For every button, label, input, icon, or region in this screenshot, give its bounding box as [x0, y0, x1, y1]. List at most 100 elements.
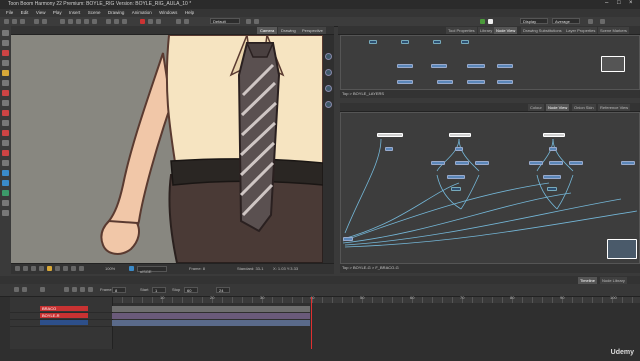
- node-view-top[interactable]: [340, 35, 640, 90]
- node[interactable]: [455, 147, 463, 151]
- node[interactable]: [461, 40, 469, 44]
- colour-icon[interactable]: [31, 266, 36, 271]
- navigator-thumb[interactable]: [601, 56, 625, 72]
- menu-animation[interactable]: Animation: [132, 9, 152, 17]
- drawing-mode-icon[interactable]: [129, 266, 134, 271]
- spline-tool-icon[interactable]: [2, 210, 9, 216]
- reset-zoom-icon[interactable]: [325, 85, 332, 92]
- rotate-icon[interactable]: [184, 19, 189, 24]
- grid-icon[interactable]: [122, 19, 127, 24]
- fps-field[interactable]: 24: [216, 287, 230, 293]
- remove-layer-icon[interactable]: [22, 287, 27, 292]
- play-icon[interactable]: [148, 19, 153, 24]
- tab-scene-markers[interactable]: Scene Markers: [598, 27, 629, 34]
- node[interactable]: [397, 64, 413, 68]
- tab-tool-properties[interactable]: Tool Properties: [446, 27, 477, 34]
- node[interactable]: [369, 40, 377, 44]
- prev-frame-icon[interactable]: [72, 287, 77, 292]
- rotate-tool-icon[interactable]: [2, 160, 9, 166]
- node[interactable]: [529, 161, 543, 165]
- menu-help[interactable]: Help: [185, 9, 194, 17]
- next-frame-icon[interactable]: [88, 287, 93, 292]
- node[interactable]: [547, 187, 557, 191]
- overlay-icon[interactable]: [79, 266, 84, 271]
- play-button-icon[interactable]: [80, 287, 85, 292]
- node[interactable]: [455, 161, 469, 165]
- contour-editor-icon[interactable]: [2, 40, 9, 46]
- layer-props-icon[interactable]: [40, 287, 45, 292]
- layer-name[interactable]: BOYLE-R: [40, 313, 88, 318]
- new-scene-icon[interactable]: [4, 19, 9, 24]
- node[interactable]: [467, 64, 485, 68]
- menu-file[interactable]: File: [6, 9, 13, 17]
- node[interactable]: [343, 237, 353, 241]
- pencil-icon[interactable]: [84, 19, 89, 24]
- menu-edit[interactable]: Edit: [21, 9, 29, 17]
- layer-name[interactable]: BRACO: [40, 306, 88, 311]
- matte-icon[interactable]: [39, 266, 44, 271]
- zoom-level[interactable]: 100%: [105, 264, 115, 274]
- node[interactable]: [377, 133, 403, 137]
- tab-drawing-substitutions[interactable]: Drawing Substitutions: [521, 27, 564, 34]
- camera-viewport[interactable]: [11, 35, 323, 263]
- reset-pan-icon[interactable]: [325, 101, 332, 108]
- shape-tool-icon[interactable]: [2, 90, 9, 96]
- tab-layer-properties[interactable]: Layer Properties: [564, 27, 598, 34]
- node-view-bottom[interactable]: [340, 112, 640, 264]
- brush-tool-icon[interactable]: [2, 50, 9, 56]
- safe-area-icon[interactable]: [55, 266, 60, 271]
- node[interactable]: [385, 147, 393, 151]
- flip-icon[interactable]: [176, 19, 181, 24]
- first-frame-icon[interactable]: [64, 287, 69, 292]
- select-tool-icon[interactable]: [2, 30, 9, 36]
- node[interactable]: [431, 64, 447, 68]
- cutter-tool-icon[interactable]: [2, 110, 9, 116]
- transform-icon[interactable]: [68, 19, 73, 24]
- node[interactable]: [431, 161, 445, 165]
- node[interactable]: [397, 80, 413, 84]
- select-icon[interactable]: [60, 19, 65, 24]
- tab-node-view-top[interactable]: Node View: [494, 27, 518, 34]
- close-icon[interactable]: ×: [629, 0, 633, 6]
- colour-picker-icon[interactable]: [488, 19, 493, 24]
- frames-row[interactable]: [112, 313, 310, 319]
- reposition-tool-icon[interactable]: [2, 200, 9, 206]
- reset-rotation-icon[interactable]: [325, 69, 332, 76]
- tab-camera[interactable]: Camera: [257, 27, 278, 34]
- field-guide-icon[interactable]: [71, 266, 76, 271]
- tab-onion-skin[interactable]: Onion Skin: [572, 104, 596, 111]
- save-icon[interactable]: [20, 19, 25, 24]
- workspace-manager-icon[interactable]: [254, 19, 259, 24]
- node[interactable]: [497, 80, 513, 84]
- frames-row[interactable]: [112, 320, 310, 326]
- navigator-thumb-bottom[interactable]: [607, 239, 637, 259]
- hand-tool-icon[interactable]: [2, 180, 9, 186]
- eraser-icon[interactable]: [92, 19, 97, 24]
- maximize-icon[interactable]: □: [617, 0, 621, 6]
- node[interactable]: [497, 64, 513, 68]
- tab-drawing[interactable]: Drawing: [278, 27, 299, 34]
- morph-tool-icon[interactable]: [2, 190, 9, 196]
- tab-node-view-bottom[interactable]: Node View: [546, 104, 570, 111]
- transform-tool-icon[interactable]: [2, 130, 9, 136]
- node[interactable]: [467, 80, 485, 84]
- eraser-tool-icon[interactable]: [2, 80, 9, 86]
- render-mode-icon[interactable]: [23, 266, 28, 271]
- loop-icon[interactable]: [156, 19, 161, 24]
- average-combo[interactable]: Average: [552, 18, 580, 24]
- grid-toggle-icon[interactable]: [63, 266, 68, 271]
- node[interactable]: [621, 161, 635, 165]
- layer-row[interactable]: [10, 319, 112, 327]
- onion-skin-icon[interactable]: [106, 19, 111, 24]
- frames-row[interactable]: [112, 306, 310, 312]
- workspace-combo[interactable]: Default: [210, 18, 240, 24]
- pencil-tool-icon[interactable]: [2, 60, 9, 66]
- node[interactable]: [437, 80, 453, 84]
- menu-scene[interactable]: Scene: [88, 9, 101, 17]
- tab-perspective[interactable]: Perspective: [299, 27, 326, 34]
- menu-windows[interactable]: Windows: [159, 9, 177, 17]
- layer-name[interactable]: [40, 320, 88, 325]
- node[interactable]: [401, 40, 409, 44]
- workspace-save-icon[interactable]: [246, 19, 251, 24]
- node[interactable]: [451, 187, 461, 191]
